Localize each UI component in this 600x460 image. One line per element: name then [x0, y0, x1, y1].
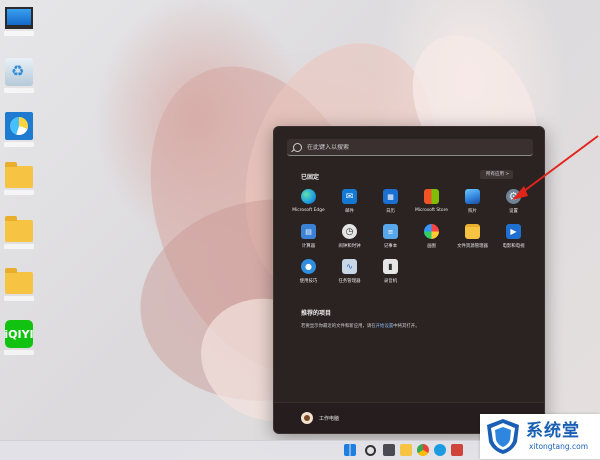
mail-icon: ✉	[342, 189, 357, 204]
desktop-icon-label	[4, 88, 34, 93]
paint-icon	[424, 224, 439, 239]
tips-icon: ●	[301, 259, 316, 274]
search-icon[interactable]	[365, 445, 376, 456]
watermark-url: xitongtang.com	[529, 442, 589, 451]
desktop-icon-control-panel[interactable]	[2, 112, 36, 147]
desktop-icon-label	[4, 244, 34, 249]
desktop-icon-label	[4, 296, 34, 301]
pinned-app-calculator[interactable]: ▤ 计算器	[288, 224, 329, 249]
pinned-app-label: 日历	[386, 209, 395, 214]
pinned-app-label: 使用技巧	[299, 279, 318, 284]
user-avatar[interactable]	[301, 412, 313, 424]
pinned-app-alarms-clock[interactable]: ◷ 闹钟和时钟	[329, 224, 370, 249]
recycle-bin-icon	[5, 58, 33, 86]
desktop-icon-this-pc[interactable]	[2, 4, 36, 36]
start-menu: 已固定 所有应用 > Microsoft Edge ✉ 邮件 ▦ 日历 Micr…	[273, 126, 545, 434]
pinned-app-label: 设置	[509, 209, 518, 214]
pinned-app-store[interactable]: Microsoft Store	[411, 189, 452, 214]
search-icon	[293, 142, 302, 152]
pinned-app-label: 邮件	[345, 209, 354, 214]
pinned-apps-grid: Microsoft Edge ✉ 邮件 ▦ 日历 Microsoft Store…	[288, 189, 534, 284]
folder-icon	[5, 268, 33, 294]
clock-icon: ◷	[342, 224, 357, 239]
pinned-app-paint[interactable]: 画图	[411, 224, 452, 249]
pinned-app-task-manager[interactable]: ∿ 任务管理器	[329, 259, 370, 284]
edge-icon	[301, 189, 316, 204]
calendar-icon: ▦	[383, 189, 398, 204]
pinned-app-label: 录音机	[383, 279, 398, 284]
folder-icon	[5, 162, 33, 188]
user-name[interactable]: 工作电脑	[319, 415, 339, 422]
pinned-app-label: 电影和电视	[502, 244, 525, 249]
control-panel-icon	[5, 112, 33, 140]
desktop-icon-recycle-bin[interactable]	[2, 58, 36, 93]
shield-icon	[487, 419, 519, 454]
start-search-input[interactable]	[307, 143, 507, 151]
file-explorer-icon[interactable]	[400, 444, 412, 456]
pinned-app-label: 计算器	[301, 244, 316, 249]
folder-icon	[5, 216, 33, 242]
desktop-icon-label	[4, 350, 34, 355]
pinned-app-notepad[interactable]: ≡ 记事本	[370, 224, 411, 249]
gear-icon: ⚙	[506, 189, 521, 204]
pinned-app-label: 画图	[427, 244, 436, 249]
pinned-app-label: 任务管理器	[338, 279, 361, 284]
desktop-icon-label	[4, 190, 34, 195]
pinned-app-label: Microsoft Edge	[292, 208, 325, 213]
iqiyi-icon: iQIYI	[4, 320, 34, 348]
start-search-box[interactable]	[287, 139, 533, 156]
pinned-app-settings[interactable]: ⚙ 设置	[493, 189, 534, 214]
task-manager-icon: ∿	[342, 259, 357, 274]
desktop-icon-label	[4, 142, 34, 147]
calculator-icon: ▤	[301, 224, 316, 239]
edge-icon[interactable]	[434, 444, 446, 456]
pinned-app-tips[interactable]: ● 使用技巧	[288, 259, 329, 284]
pinned-app-label: 照片	[468, 209, 477, 214]
movies-icon: ▶	[506, 224, 521, 239]
recommended-section-title: 推荐的项目	[301, 310, 332, 317]
pinned-app-label: Microsoft Store	[415, 208, 448, 213]
desktop-icon-folder[interactable]	[2, 162, 36, 195]
photos-icon	[465, 189, 480, 204]
recommended-suffix: 中将其打开。	[393, 324, 420, 329]
desktop-icon-label	[4, 31, 34, 36]
desktop-icon-folder[interactable]	[2, 216, 36, 249]
folder-icon	[465, 224, 480, 239]
watermark-title: 系统堂	[526, 421, 580, 441]
notepad-icon: ≡	[383, 224, 398, 239]
pinned-app-movies-tv[interactable]: ▶ 电影和电视	[493, 224, 534, 249]
all-apps-button[interactable]: 所有应用 >	[480, 170, 514, 179]
desktop-icon-folder[interactable]	[2, 268, 36, 301]
recommended-text: 若要显示你最近的文件和新应用，请在	[301, 324, 376, 329]
store-icon	[424, 189, 439, 204]
pinned-app-label: 闹钟和时钟	[338, 244, 361, 249]
recommended-description: 若要显示你最近的文件和新应用，请在开始设置中将其打开。	[301, 323, 531, 329]
app-icon[interactable]	[451, 444, 463, 456]
monitor-icon	[5, 7, 33, 29]
pinned-app-mail[interactable]: ✉ 邮件	[329, 189, 370, 214]
voice-recorder-icon: ▮	[383, 259, 398, 274]
pinned-app-voice-recorder[interactable]: ▮ 录音机	[370, 259, 411, 284]
start-settings-link[interactable]: 开始设置	[376, 324, 394, 329]
pinned-app-calendar[interactable]: ▦ 日历	[370, 189, 411, 214]
pinned-app-label: 文件资源管理器	[457, 244, 488, 249]
pinned-section-title: 已固定	[301, 174, 320, 181]
pinned-app-label: 记事本	[383, 244, 398, 249]
pinned-app-file-explorer[interactable]: 文件资源管理器	[452, 224, 493, 249]
watermark-logo: 系统堂 xitongtang.com	[480, 414, 600, 459]
task-view-icon[interactable]	[383, 444, 395, 456]
chrome-icon[interactable]	[417, 444, 429, 456]
pinned-app-edge[interactable]: Microsoft Edge	[288, 189, 329, 214]
desktop-icon-iqiyi[interactable]: iQIYI	[2, 320, 36, 355]
start-button-windows-icon[interactable]	[344, 444, 356, 456]
pinned-app-photos[interactable]: 照片	[452, 189, 493, 214]
